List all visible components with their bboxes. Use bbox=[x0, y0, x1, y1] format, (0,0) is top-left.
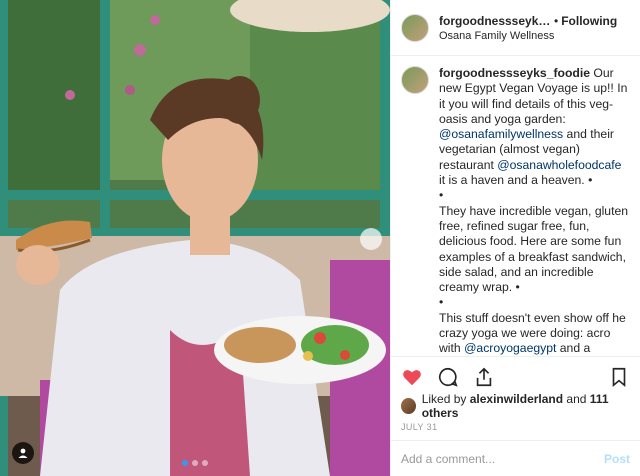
mention-link[interactable]: @acroyogaegypt bbox=[464, 341, 556, 355]
post-caption: forgoodnessseyks_foodie Our new Egypt Ve… bbox=[439, 66, 630, 356]
caption-bullet: • bbox=[439, 188, 444, 203]
caption-bullet: • bbox=[439, 295, 444, 310]
caption-avatar[interactable] bbox=[401, 66, 429, 94]
likes-prefix: Liked by bbox=[421, 392, 470, 406]
liker-username-link[interactable]: alexinwilderland bbox=[470, 392, 563, 406]
user-tag-icon bbox=[18, 448, 28, 458]
post-sidebar: forgoodnessseyks_foodie•Following Osana … bbox=[390, 0, 640, 476]
likes-middle: and bbox=[563, 392, 590, 406]
share-icon[interactable] bbox=[473, 366, 495, 388]
comment-input[interactable] bbox=[401, 451, 604, 466]
comment-icon[interactable] bbox=[437, 366, 459, 388]
location-link[interactable]: Osana Family Wellness bbox=[439, 30, 617, 42]
caption-username-link[interactable]: forgoodnessseyks_foodie bbox=[439, 66, 590, 80]
mention-link[interactable]: @osanafamilywellness bbox=[439, 127, 563, 141]
photo-illustration bbox=[0, 0, 390, 476]
post-header: forgoodnessseyks_foodie•Following Osana … bbox=[391, 0, 640, 56]
post-date[interactable]: JULY 31 bbox=[391, 416, 640, 440]
next-photo-button[interactable] bbox=[360, 228, 382, 250]
post-photo[interactable] bbox=[0, 0, 390, 476]
header-user-line: forgoodnessseyks_foodie•Following bbox=[439, 14, 617, 28]
caption-paragraph: They have incredible vegan, gluten free,… bbox=[439, 203, 629, 295]
caption-area: forgoodnessseyks_foodie Our new Egypt Ve… bbox=[391, 56, 640, 356]
carousel-dot bbox=[192, 460, 198, 466]
liker-avatar[interactable] bbox=[401, 398, 416, 414]
action-bar bbox=[391, 356, 640, 396]
caption-paragraph: This stuff doesn't even show off he craz… bbox=[439, 311, 630, 356]
comment-form: Post bbox=[391, 440, 640, 476]
heart-icon[interactable] bbox=[401, 366, 423, 388]
carousel-dot bbox=[202, 460, 208, 466]
instagram-post: forgoodnessseyks_foodie•Following Osana … bbox=[0, 0, 640, 476]
header-username-link[interactable]: forgoodnessseyks_foodie bbox=[439, 14, 551, 28]
mention-link[interactable]: @osanawholefoodcafe bbox=[497, 158, 621, 172]
carousel-indicator bbox=[0, 460, 390, 466]
caption-paragraph: forgoodnessseyks_foodie Our new Egypt Ve… bbox=[439, 66, 630, 188]
bookmark-icon[interactable] bbox=[608, 366, 630, 388]
following-button[interactable]: Following bbox=[561, 14, 617, 28]
post-comment-button[interactable]: Post bbox=[604, 452, 630, 466]
caption-text: it is a haven and a heaven. • bbox=[439, 173, 593, 188]
profile-avatar[interactable] bbox=[401, 13, 429, 42]
carousel-dot bbox=[182, 460, 188, 466]
likes-summary: Liked by alexinwilderland and 111 others bbox=[391, 392, 640, 420]
header-separator: • bbox=[554, 13, 559, 28]
header-text: forgoodnessseyks_foodie•Following Osana … bbox=[439, 14, 617, 42]
